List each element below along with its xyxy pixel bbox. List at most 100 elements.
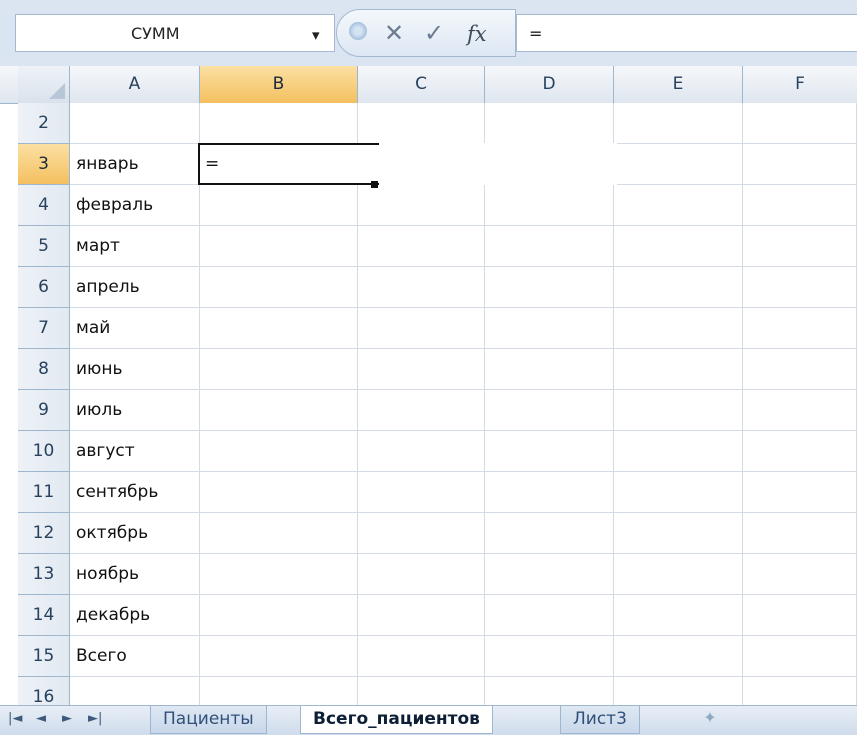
cell-f[interactable] (743, 349, 857, 390)
cell-f[interactable] (743, 513, 857, 554)
cell-b[interactable] (200, 554, 358, 595)
cell-b[interactable] (200, 103, 358, 144)
cell-f[interactable] (743, 595, 857, 636)
cell-f[interactable] (743, 144, 857, 185)
cell-b[interactable] (200, 431, 358, 472)
row-header[interactable]: 3 (18, 144, 70, 185)
sheet-tab-patients[interactable]: Пациенты (150, 706, 267, 734)
cell-f[interactable] (743, 472, 857, 513)
cell-a[interactable]: март (70, 226, 200, 267)
cell-c[interactable] (358, 595, 485, 636)
cell-d[interactable] (485, 349, 614, 390)
cell-c[interactable] (358, 513, 485, 554)
cell-a[interactable]: май (70, 308, 200, 349)
cell-b[interactable] (200, 472, 358, 513)
row-header[interactable]: 8 (18, 349, 70, 390)
cell-e[interactable] (614, 267, 743, 308)
cell-a[interactable] (70, 103, 200, 144)
function-icon[interactable]: fx (467, 21, 487, 47)
cell-a[interactable]: ноябрь (70, 554, 200, 595)
row-header[interactable]: 10 (18, 431, 70, 472)
cell-d[interactable] (485, 226, 614, 267)
cell-c[interactable] (358, 554, 485, 595)
cell-b[interactable] (200, 308, 358, 349)
cell-e[interactable] (614, 185, 743, 226)
column-header-d[interactable]: D (485, 66, 614, 103)
resize-handle-icon[interactable] (349, 22, 367, 40)
last-sheet-icon[interactable]: ►| (88, 711, 102, 726)
cell-f[interactable] (743, 390, 857, 431)
cell-d[interactable] (485, 554, 614, 595)
cell-d[interactable] (485, 431, 614, 472)
cell-d[interactable] (485, 595, 614, 636)
cell-e[interactable] (614, 308, 743, 349)
cell-f[interactable] (743, 554, 857, 595)
cell-d[interactable] (485, 308, 614, 349)
cell-e[interactable] (614, 390, 743, 431)
cell-c[interactable] (358, 185, 485, 226)
sheet-tab-list3[interactable]: Лист3 (560, 706, 640, 734)
dropdown-arrow-icon[interactable]: ▾ (312, 26, 320, 44)
cell-c[interactable] (358, 472, 485, 513)
cell-a[interactable]: апрель (70, 267, 200, 308)
cell-a[interactable]: июнь (70, 349, 200, 390)
column-header-a[interactable]: A (70, 66, 200, 103)
cell-e[interactable] (614, 513, 743, 554)
next-sheet-icon[interactable]: ► (62, 711, 72, 726)
cell-b[interactable] (200, 595, 358, 636)
cell-e[interactable] (614, 636, 743, 677)
column-header-f[interactable]: F (743, 66, 857, 103)
cell-a[interactable]: сентябрь (70, 472, 200, 513)
fill-handle[interactable] (371, 181, 378, 188)
cell-b[interactable] (200, 185, 358, 226)
cell-c[interactable] (358, 636, 485, 677)
cell-a[interactable]: Всего (70, 636, 200, 677)
cell-d[interactable] (485, 513, 614, 554)
cell-e[interactable] (614, 103, 743, 144)
cell-d[interactable] (485, 636, 614, 677)
cell-d[interactable] (485, 185, 614, 226)
cell-f[interactable] (743, 185, 857, 226)
row-header[interactable]: 5 (18, 226, 70, 267)
cell-f[interactable] (743, 636, 857, 677)
close-icon[interactable]: ✕ (384, 20, 404, 46)
sheet-tab-total-patients[interactable]: Всего_пациентов (300, 706, 493, 734)
row-header[interactable]: 4 (18, 185, 70, 226)
cell-c[interactable] (358, 103, 485, 144)
formula-input[interactable]: = (516, 14, 857, 52)
cell-d[interactable] (485, 267, 614, 308)
cell-e[interactable] (614, 431, 743, 472)
cell-d[interactable] (485, 390, 614, 431)
cell-a[interactable]: август (70, 431, 200, 472)
cell-b[interactable] (200, 513, 358, 554)
cell-b[interactable] (200, 390, 358, 431)
cell-b[interactable] (200, 636, 358, 677)
row-header[interactable]: 12 (18, 513, 70, 554)
cell-c[interactable] (358, 431, 485, 472)
cell-c[interactable] (358, 308, 485, 349)
cell-e[interactable] (614, 472, 743, 513)
cell-a[interactable]: октябрь (70, 513, 200, 554)
cell-c[interactable] (358, 390, 485, 431)
cell-a[interactable]: декабрь (70, 595, 200, 636)
name-box[interactable]: СУММ ▾ (15, 14, 335, 52)
cell-f[interactable] (743, 267, 857, 308)
cell-e[interactable] (614, 595, 743, 636)
cell-c[interactable] (358, 349, 485, 390)
row-header[interactable]: 2 (18, 103, 70, 144)
cell-f[interactable] (743, 431, 857, 472)
cell-a[interactable]: февраль (70, 185, 200, 226)
row-header[interactable]: 11 (18, 472, 70, 513)
active-cell[interactable]: = (198, 143, 379, 185)
cell-d[interactable] (485, 103, 614, 144)
cell-a[interactable]: январь (70, 144, 200, 185)
row-header[interactable]: 14 (18, 595, 70, 636)
row-header[interactable]: 9 (18, 390, 70, 431)
column-header-e[interactable]: E (614, 66, 743, 103)
first-sheet-icon[interactable]: |◄ (8, 711, 22, 726)
column-header-b[interactable]: B (200, 66, 358, 103)
cell-f[interactable] (743, 308, 857, 349)
cell-a[interactable]: июль (70, 390, 200, 431)
cell-e[interactable] (614, 349, 743, 390)
new-sheet-icon[interactable]: ✦ (690, 708, 730, 732)
